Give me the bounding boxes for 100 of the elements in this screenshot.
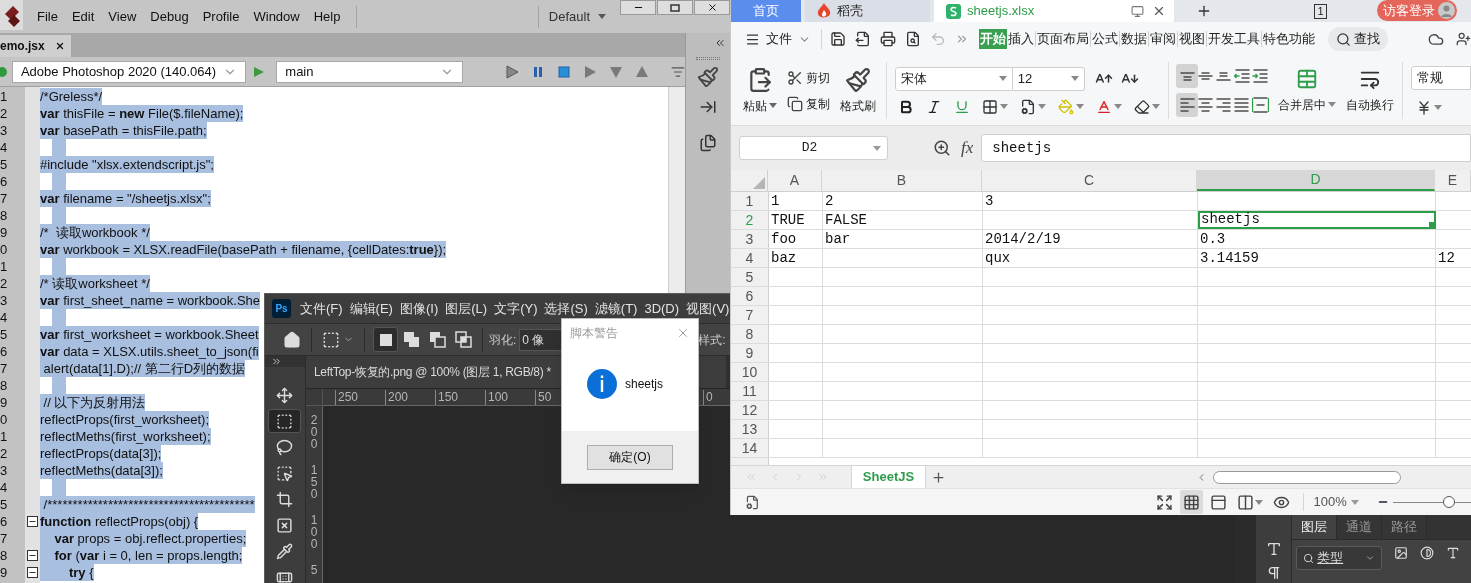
function-button[interactable]: fx xyxy=(961,135,974,161)
grid-cell[interactable]: 12 xyxy=(1436,249,1471,267)
row-header[interactable]: 10 xyxy=(731,363,769,381)
underline-icon[interactable] xyxy=(953,98,970,115)
row-header[interactable]: 3 xyxy=(731,230,769,248)
collapse-icon[interactable] xyxy=(27,567,38,578)
copy-button[interactable]: 复制 xyxy=(787,94,830,113)
row-header[interactable]: 9 xyxy=(731,344,769,362)
image-icon[interactable] xyxy=(1394,546,1409,560)
grid-cell[interactable]: baz xyxy=(769,249,823,267)
menu-item[interactable]: 图层(L) xyxy=(445,298,488,319)
selection-mode-button[interactable] xyxy=(373,327,398,352)
menu-item[interactable]: Edit xyxy=(71,6,95,27)
row-header[interactable]: 4 xyxy=(731,249,769,267)
font-dropdown[interactable]: 宋体 xyxy=(894,66,1013,91)
fill-color-icon[interactable] xyxy=(1057,98,1074,115)
active-cell[interactable]: sheetjs xyxy=(1198,211,1436,229)
menu-item[interactable]: 图像(I) xyxy=(399,298,439,319)
engine-dropdown[interactable]: main xyxy=(276,60,464,83)
play-icon[interactable] xyxy=(505,64,520,79)
row-header[interactable]: 14 xyxy=(731,439,769,457)
column-header[interactable]: E xyxy=(1435,170,1471,191)
format-painter-button[interactable]: 格式刷 xyxy=(840,66,876,115)
name-box[interactable]: D2 xyxy=(739,136,888,160)
tool-button[interactable] xyxy=(268,409,302,433)
menu-item[interactable]: View xyxy=(108,6,137,27)
new-tab-icon[interactable] xyxy=(1196,3,1212,19)
menu-item[interactable]: 文件(F) xyxy=(300,298,343,319)
ribbon-tab[interactable]: 审阅 xyxy=(1148,29,1177,49)
file-tab[interactable]: emo.jsx xyxy=(0,35,71,57)
file-menu[interactable]: 文件 xyxy=(745,29,811,49)
step-over-icon[interactable] xyxy=(583,64,598,79)
ribbon-tab[interactable]: 开发工具 xyxy=(1206,29,1261,49)
row-header[interactable]: 11 xyxy=(731,382,769,400)
ok-button[interactable]: 确定(O) xyxy=(587,444,673,470)
menu-item[interactable]: Profile xyxy=(202,6,240,27)
menu-item[interactable]: 编辑(E) xyxy=(349,298,393,319)
step-out-icon[interactable] xyxy=(635,64,650,79)
grid-cell[interactable]: 0.3 xyxy=(1198,230,1436,248)
ribbon-tab[interactable]: 数据 xyxy=(1119,29,1148,49)
app-tab[interactable]: sheetjs.xlsx xyxy=(934,0,1174,22)
grid-cell[interactable]: 1 xyxy=(769,192,823,210)
panel-tab[interactable]: 图层 xyxy=(1292,515,1338,539)
paintbrush-icon[interactable] xyxy=(697,66,719,88)
cut-button[interactable]: 剪切 xyxy=(787,68,830,87)
close-button[interactable] xyxy=(694,0,730,15)
row-header[interactable]: 7 xyxy=(731,306,769,324)
row-header[interactable]: 5 xyxy=(731,268,769,286)
marquee-preset-button[interactable] xyxy=(322,330,354,349)
column-header[interactable]: A xyxy=(768,170,822,191)
contrast-icon[interactable] xyxy=(1420,546,1435,560)
grid-cell[interactable]: TRUE xyxy=(769,211,823,229)
align-button[interactable] xyxy=(1176,64,1199,88)
grid-cell[interactable]: 2 xyxy=(823,192,983,210)
filter-dropdown[interactable]: 类型 xyxy=(1296,546,1383,570)
slider-thumb[interactable] xyxy=(1443,496,1456,508)
formula-field[interactable]: sheetjs xyxy=(981,134,1471,162)
column-header[interactable]: B xyxy=(822,170,982,191)
ribbon-tab[interactable]: 特色功能 xyxy=(1261,29,1316,49)
fill-handle[interactable] xyxy=(1429,222,1434,227)
menu-item[interactable]: 视图(V) xyxy=(686,298,730,319)
ribbon-tab[interactable]: 插入 xyxy=(1006,29,1035,49)
view-button[interactable] xyxy=(1179,490,1203,514)
list-icon[interactable] xyxy=(671,64,685,79)
target-dropdown[interactable]: Adobe Photoshop 2020 (140.064) xyxy=(11,60,247,83)
menu-item[interactable]: Help xyxy=(313,6,341,27)
type-icon[interactable] xyxy=(1446,546,1461,560)
workspace-dropdown[interactable]: Default xyxy=(548,6,606,27)
menu-item[interactable]: Window xyxy=(253,6,300,27)
collapse-icon[interactable] xyxy=(27,516,38,527)
grid-cell[interactable]: bar xyxy=(823,230,983,248)
step-into-icon[interactable] xyxy=(609,64,624,79)
maximize-button[interactable] xyxy=(657,0,693,15)
row-header[interactable]: 1 xyxy=(731,192,769,210)
collapse-icon[interactable] xyxy=(714,37,726,49)
menu-item[interactable]: 文字(Y) xyxy=(494,298,538,319)
row-header[interactable]: 12 xyxy=(731,401,769,419)
merge-center-button[interactable]: 合并居中 xyxy=(1278,56,1337,125)
yen-icon[interactable] xyxy=(1416,99,1432,116)
font-size-dropdown[interactable]: 12 xyxy=(1012,66,1085,91)
number-format-dropdown[interactable]: 常规 xyxy=(1411,65,1471,90)
grid-cell[interactable]: FALSE xyxy=(823,211,983,229)
menu-item[interactable]: Debug xyxy=(150,6,189,27)
menu-item[interactable]: 滤镜(T) xyxy=(594,298,638,319)
preview-icon[interactable] xyxy=(904,31,921,47)
horizontal-scrollbar[interactable] xyxy=(1213,470,1401,484)
grid-cell[interactable]: 3.14159 xyxy=(1198,249,1436,267)
menu-item[interactable]: 3D(D) xyxy=(644,298,680,319)
files-icon[interactable] xyxy=(699,134,717,152)
monitor-icon[interactable] xyxy=(1131,4,1144,18)
zoom-icon[interactable] xyxy=(933,139,951,157)
add-sheet-icon[interactable] xyxy=(931,469,946,485)
zoom-slider[interactable] xyxy=(1393,496,1471,508)
font-color-icon[interactable] xyxy=(1095,98,1112,115)
ribbon-tab[interactable]: 页面布局 xyxy=(1035,29,1090,49)
border-icon[interactable] xyxy=(981,98,998,115)
minimize-button[interactable] xyxy=(620,0,656,15)
search-field[interactable]: 查找 xyxy=(1327,27,1388,51)
printer-icon[interactable] xyxy=(879,31,896,47)
row-header[interactable]: 13 xyxy=(731,420,769,438)
